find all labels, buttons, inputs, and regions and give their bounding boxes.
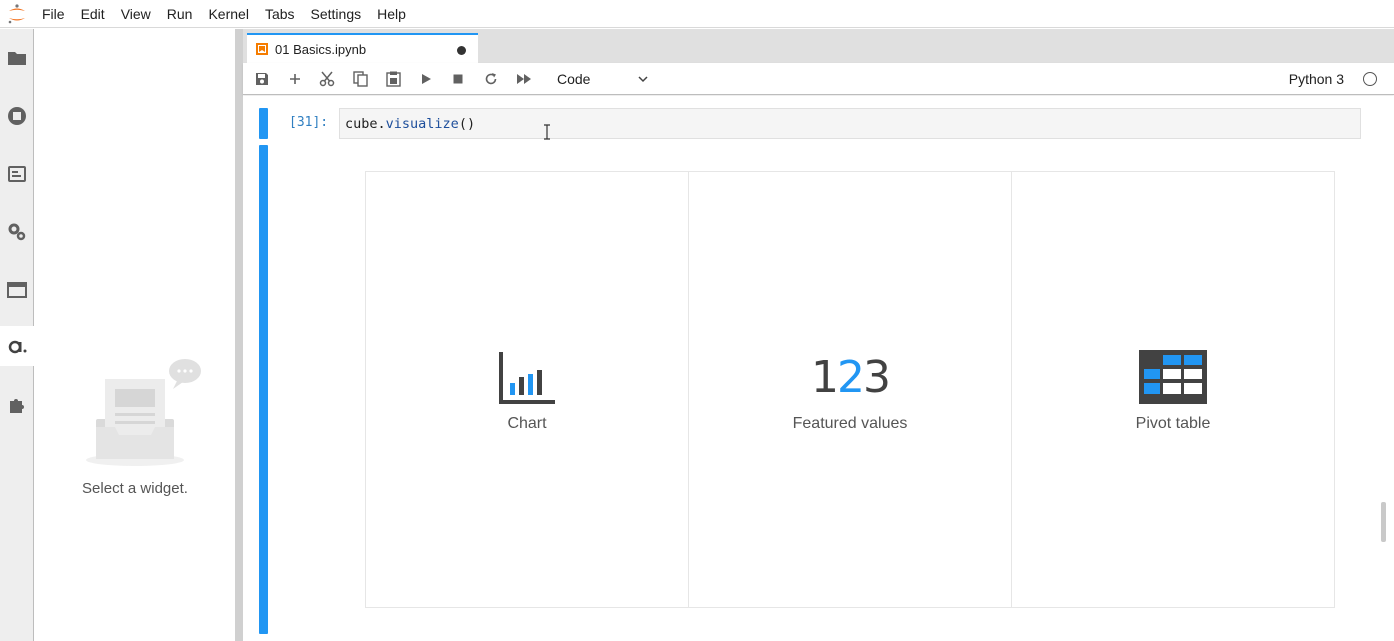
tabs-icon xyxy=(7,282,27,298)
empty-state-text: Select a widget. xyxy=(82,480,188,497)
notebook-icon xyxy=(256,43,268,55)
code-dot: . xyxy=(377,115,386,132)
commands-icon xyxy=(8,166,26,182)
menu-file[interactable]: File xyxy=(34,0,73,28)
kernel-name[interactable]: Python 3 xyxy=(1289,71,1344,87)
restart-kernel-button[interactable] xyxy=(479,69,503,89)
digit-three: 3 xyxy=(863,352,891,403)
commands-tab[interactable] xyxy=(0,154,34,194)
featured-values-option-label: Featured values xyxy=(792,415,908,432)
notebook-tab[interactable]: 01 Basics.ipynb xyxy=(247,33,478,63)
running-sessions-tab[interactable] xyxy=(0,96,34,136)
code-object: cube xyxy=(345,115,378,132)
code-editor[interactable]: cube. visualize() xyxy=(339,108,1361,139)
jupyter-logo-icon xyxy=(0,0,34,28)
input-collapser[interactable] xyxy=(259,108,268,139)
menu-edit[interactable]: Edit xyxy=(73,0,113,28)
paste-icon xyxy=(385,71,401,87)
save-button[interactable] xyxy=(250,69,274,89)
bar-chart-icon xyxy=(499,352,555,404)
cell-type-select[interactable]: Code xyxy=(549,68,649,90)
add-icon xyxy=(290,74,300,84)
property-inspector-icon xyxy=(8,223,26,241)
pivot-table-icon xyxy=(1139,350,1207,404)
featured-values-option[interactable]: 123 Featured values xyxy=(689,172,1012,607)
scrollbar-thumb[interactable] xyxy=(1381,502,1386,542)
folder-icon xyxy=(8,52,26,65)
insert-cell-button[interactable] xyxy=(283,69,307,89)
activity-bar xyxy=(0,29,35,641)
pivot-table-option[interactable]: Pivot table xyxy=(1012,172,1334,607)
open-tabs-tab[interactable] xyxy=(0,270,34,310)
tab-bar: 01 Basics.ipynb xyxy=(243,29,1394,63)
cell-type-value: Code xyxy=(557,71,591,87)
code-parens: () xyxy=(458,115,476,132)
chevron-down-icon xyxy=(638,76,648,83)
extensions-icon xyxy=(10,399,24,413)
kernel-idle-status-icon xyxy=(1363,72,1377,86)
stop-icon xyxy=(453,74,463,84)
running-icon xyxy=(8,107,26,125)
copy-button[interactable] xyxy=(348,69,372,89)
menu-bar: File Edit View Run Kernel Tabs Settings … xyxy=(0,0,1394,28)
cut-icon xyxy=(319,71,335,87)
side-panel: Select a widget. xyxy=(35,29,235,641)
visualization-widget: Chart 123 Featured values Pivot table xyxy=(365,171,1335,608)
notebook-panel: [31]: cube. visualize() Chart 1 2 3 Feat… xyxy=(243,96,1394,641)
property-inspector-tab[interactable] xyxy=(0,212,34,252)
digit-two: 2 xyxy=(837,352,865,403)
paste-button[interactable] xyxy=(381,69,405,89)
notebook-toolbar: Code Python 3 xyxy=(243,63,1394,95)
panel-splitter[interactable] xyxy=(235,29,243,641)
output-collapser[interactable] xyxy=(259,145,268,634)
fast-forward-icon xyxy=(517,74,531,84)
refresh-icon xyxy=(485,73,497,85)
tab-title: 01 Basics.ipynb xyxy=(275,41,367,57)
menu-view[interactable]: View xyxy=(113,0,159,28)
pivot-table-option-label: Pivot table xyxy=(1135,415,1211,432)
featured-values-icon: 123 xyxy=(689,350,1011,406)
copy-icon xyxy=(352,71,368,87)
interrupt-kernel-button[interactable] xyxy=(446,69,470,89)
atoti-tab[interactable] xyxy=(0,326,35,366)
file-browser-tab[interactable] xyxy=(0,38,34,78)
main-area: 01 Basics.ipynb Code Python 3 [31]: cube… xyxy=(243,29,1394,641)
run-icon xyxy=(422,74,431,84)
menu-help[interactable]: Help xyxy=(369,0,414,28)
menu-settings[interactable]: Settings xyxy=(303,0,370,28)
menu-tabs[interactable]: Tabs xyxy=(257,0,303,28)
chart-option[interactable]: Chart xyxy=(366,172,689,607)
text-cursor-icon xyxy=(544,124,550,140)
menu-run[interactable]: Run xyxy=(159,0,201,28)
menu-kernel[interactable]: Kernel xyxy=(200,0,256,28)
restart-run-all-button[interactable] xyxy=(512,69,536,89)
digit-one: 1 xyxy=(811,352,839,403)
run-cell-button[interactable] xyxy=(414,69,438,89)
save-icon xyxy=(256,73,268,85)
extensions-tab[interactable] xyxy=(0,385,34,425)
execution-count-prompt: [31]: xyxy=(289,115,329,130)
cut-button[interactable] xyxy=(315,69,339,89)
unsaved-dot-icon[interactable] xyxy=(457,46,466,55)
atoti-icon xyxy=(8,340,26,354)
empty-inbox-illustration xyxy=(85,357,205,472)
code-function: visualize xyxy=(385,115,459,132)
chart-option-label: Chart xyxy=(507,415,547,432)
